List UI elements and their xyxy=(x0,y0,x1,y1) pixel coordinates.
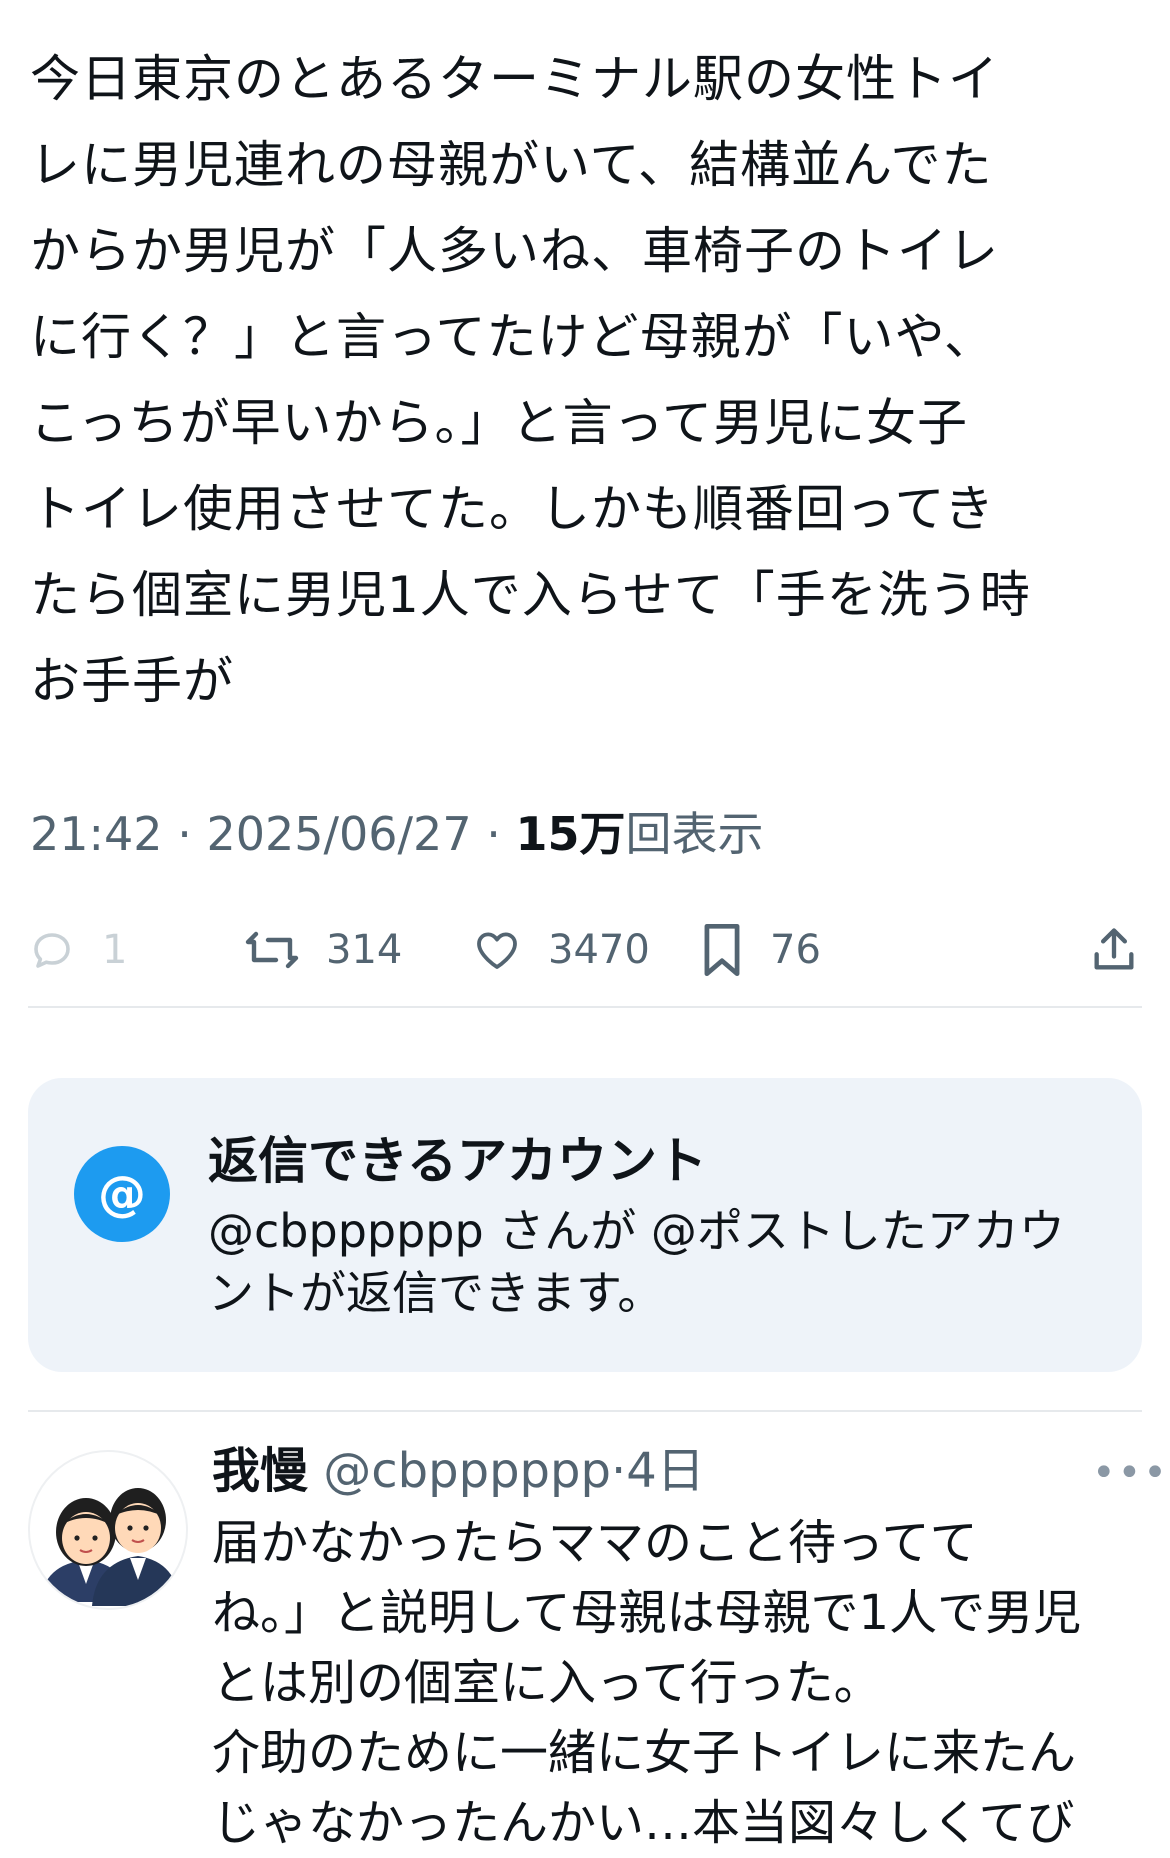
action-bar: 1 314 3470 76 xyxy=(28,910,1142,990)
bookmark-button[interactable]: 76 xyxy=(700,910,821,990)
reply-author-name[interactable]: 我慢 xyxy=(212,1443,308,1499)
share-button[interactable] xyxy=(1088,910,1140,990)
avatar[interactable] xyxy=(28,1450,188,1610)
views-count: 15万 xyxy=(515,807,626,861)
reply-count: 1 xyxy=(102,927,128,973)
share-icon xyxy=(1094,928,1134,970)
at-icon: @ xyxy=(74,1146,170,1242)
repost-count: 314 xyxy=(326,927,403,973)
post-meta: 21:42 · 2025/06/27 · 15万回表示 xyxy=(30,802,763,866)
reply-permission-notice: @ 返信できるアカウント @cbpppppp さんが @ポストしたアカウントが返… xyxy=(28,1078,1142,1372)
meta-separator: · xyxy=(177,807,207,861)
meta-separator: · xyxy=(610,1443,627,1499)
like-button[interactable]: 3470 xyxy=(472,910,650,990)
reply-time[interactable]: 4日 xyxy=(626,1443,705,1499)
repost-icon xyxy=(245,931,299,969)
meta-separator: · xyxy=(486,807,516,861)
divider xyxy=(28,1006,1142,1008)
like-count: 3470 xyxy=(548,927,650,973)
like-icon xyxy=(477,932,517,969)
bookmark-count: 76 xyxy=(770,927,821,973)
reply-author-handle[interactable]: @cbpppppp xyxy=(323,1443,611,1499)
avatar-image xyxy=(40,1488,180,1606)
reply-header: 我慢 @cbpppppp·4日 xyxy=(212,1438,705,1504)
more-options-icon[interactable]: ••• xyxy=(1092,1450,1169,1496)
reply-button[interactable]: 1 xyxy=(28,910,127,990)
notice-title: 返信できるアカウント xyxy=(208,1132,707,1190)
notice-body: @cbpppppp さんが @ポストしたアカウントが返信できます。 xyxy=(208,1204,1065,1320)
post-date[interactable]: 2025/06/27 xyxy=(206,807,471,861)
repost-button[interactable]: 314 xyxy=(244,910,402,990)
divider xyxy=(28,1410,1142,1412)
views-label: 回表示 xyxy=(625,807,764,861)
reply-icon xyxy=(34,933,70,968)
reply-text: 届かなかったらママのこと待ってて ね。」と説明して母親は母親で1人で男児 とは別… xyxy=(212,1515,1082,1851)
post-time[interactable]: 21:42 xyxy=(30,807,163,861)
bookmark-icon xyxy=(704,923,740,977)
post-text: 今日東京のとあるターミナル駅の女性トイ レに男児連れの母親がいて、結構並んでた … xyxy=(30,50,1031,710)
